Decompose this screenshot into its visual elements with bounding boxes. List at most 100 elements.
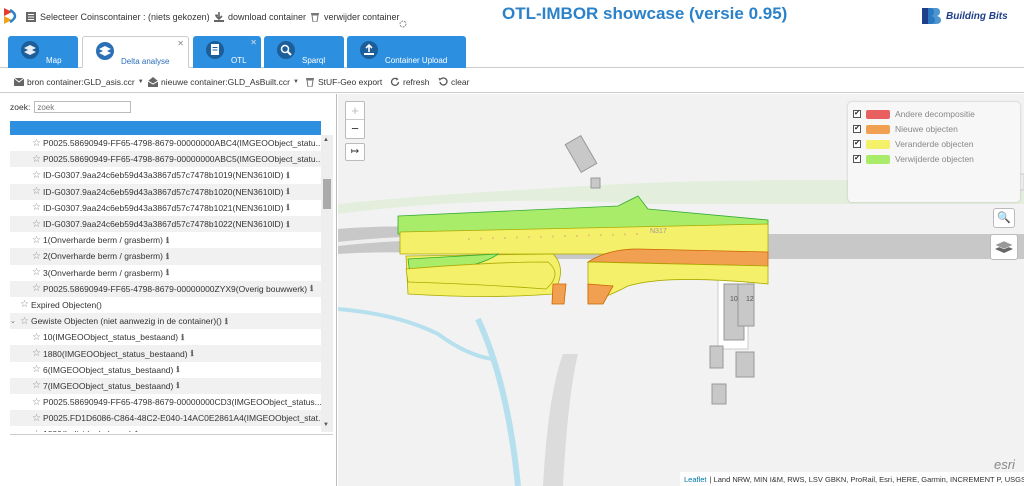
star-icon[interactable]: ☆ [32, 267, 41, 278]
clear-button[interactable]: clear [438, 76, 469, 88]
measure-button[interactable]: ↦ [345, 143, 365, 161]
tree-row[interactable]: ☆ P0025.FD1D6086-C864-48C2-E040-14AC0E286… [10, 410, 321, 427]
legend-item[interactable]: ✔ Nieuwe objecten [853, 122, 958, 136]
tree-row[interactable]: ☆ 2(Onverharde berm / grasberm) ℹ [10, 248, 321, 265]
delete-container-button[interactable]: verwijder container [310, 11, 400, 23]
tree-row[interactable]: ☆ 1(Onverharde berm / grasberm) ℹ [10, 232, 321, 248]
tab-sparql[interactable]: Sparql [264, 36, 344, 68]
info-icon[interactable]: ℹ [287, 171, 290, 180]
close-icon[interactable]: ✕ [250, 38, 257, 47]
search-input[interactable] [34, 101, 132, 113]
star-icon[interactable]: ☆ [32, 138, 41, 149]
info-icon[interactable]: ℹ [225, 317, 228, 326]
info-icon[interactable]: ℹ [181, 333, 184, 342]
layers-button[interactable] [990, 234, 1018, 260]
legend-item[interactable]: ✔ Veranderde objecten [853, 137, 973, 151]
download-container-button[interactable]: download container [214, 11, 306, 23]
map-view[interactable]: 10 12 N317 + − ↦ ✔ Andere decompositie ✔ Ni… [338, 94, 1024, 486]
scroll-down-icon[interactable]: ▼ [323, 422, 329, 428]
star-icon[interactable]: ☆ [32, 170, 41, 181]
info-icon[interactable]: ℹ [310, 284, 313, 293]
new-container-label: nieuwe container:GLD_AsBuilt.ccr [161, 77, 290, 87]
info-icon[interactable]: ℹ [176, 381, 179, 390]
tree-row[interactable]: ☆ 1880(IMGEOObject_status_bestaand) ℹ [10, 345, 321, 362]
tree-row[interactable]: ☆ ID-G0307.9aa24c6eb59d43a3867d57c7478b10… [10, 215, 321, 233]
star-icon[interactable]: ☆ [20, 316, 29, 327]
search-label: zoek: [10, 102, 31, 112]
map-legend: ✔ Andere decompositie ✔ Nieuwe objecten ✔ Ver… [848, 102, 1020, 202]
info-icon[interactable]: ℹ [191, 349, 194, 358]
star-icon[interactable]: ☆ [32, 348, 41, 359]
info-icon[interactable]: ℹ [287, 187, 290, 196]
tree-row[interactable]: ☆ 6(IMGEOObject_status_bestaand) ℹ [10, 362, 321, 378]
star-icon[interactable]: ☆ [32, 283, 41, 294]
tree-row[interactable]: ☆ 10(IMGEOObject_status_bestaand) ℹ [10, 329, 321, 345]
zoom-out-button[interactable]: − [346, 120, 364, 138]
star-icon[interactable]: ☆ [32, 429, 41, 432]
tree-row-label: 3(Onverharde berm / grasberm) [42, 267, 163, 278]
star-icon[interactable]: ☆ [32, 364, 41, 375]
tree-row[interactable]: ☆ P0025.58690949-FF65-4798-8679-00000000Z… [10, 280, 321, 297]
star-icon[interactable]: ☆ [32, 235, 41, 246]
tab-label: Delta analyse [121, 57, 170, 66]
info-icon[interactable]: ℹ [135, 430, 138, 432]
legend-checkbox[interactable]: ✔ [853, 140, 861, 148]
road-label: N317 [650, 228, 667, 235]
star-icon[interactable]: ☆ [32, 251, 41, 262]
tree-row[interactable]: ☆ ID-G0307.9aa24c6eb59d43a3867d57c7478b10… [10, 200, 321, 216]
info-icon[interactable]: ℹ [166, 252, 169, 261]
star-icon[interactable]: ☆ [32, 219, 41, 230]
tree-scrollbar[interactable]: ▲ ▼ [321, 135, 333, 432]
tab-map[interactable]: Map [8, 36, 78, 68]
refresh-button[interactable]: refresh [390, 76, 429, 88]
zoom-in-button[interactable]: + [346, 102, 364, 120]
legend-checkbox[interactable]: ✔ [853, 155, 861, 163]
scroll-up-icon[interactable]: ▲ [323, 137, 329, 143]
legend-item[interactable]: ✔ Andere decompositie [853, 107, 975, 121]
legend-checkbox[interactable]: ✔ [853, 110, 861, 118]
star-icon[interactable]: ☆ [32, 380, 41, 391]
close-icon[interactable]: ✕ [177, 39, 184, 48]
tree-row[interactable]: ☆ P0025.58690949-FF65-4798-8679-00000000A… [10, 135, 321, 151]
tree-row[interactable]: ☆ Expired Objecten() [10, 297, 321, 313]
tab-container-upload[interactable]: Container Upload [347, 36, 466, 68]
tree-row[interactable]: ☆ P0025.58690949-FF65-4798-8679-00000000A… [10, 151, 321, 168]
tree-row[interactable]: ☆ P0025.58690949-FF65-4798-8679-00000000C… [10, 394, 321, 410]
legend-item[interactable]: ✔ Verwijderde objecten [853, 152, 974, 166]
tab-otl[interactable]: OTL ✕ [193, 36, 261, 68]
star-icon[interactable]: ☆ [32, 202, 41, 213]
star-icon[interactable]: ☆ [32, 397, 41, 408]
info-icon[interactable]: ℹ [176, 365, 179, 374]
tab-bar: Map Delta analyse ✕ OTL ✕ Sparql Contain… [0, 34, 1024, 68]
star-icon[interactable]: ☆ [32, 154, 41, 165]
tree-row-label: 1880(Individuele boom) [43, 429, 132, 432]
select-container-dropdown[interactable]: Selecteer Coinscontainer : (niets gekoze… [26, 11, 220, 23]
legend-checkbox[interactable]: ✔ [853, 125, 861, 133]
tree-row[interactable]: ☆1880(Individuele boom)ℹ [10, 426, 321, 432]
info-icon[interactable]: ℹ [166, 236, 169, 245]
new-container-dropdown[interactable]: nieuwe container:GLD_AsBuilt.ccr ▼ [148, 76, 299, 88]
info-icon[interactable]: ℹ [166, 268, 169, 277]
star-icon[interactable]: ☆ [32, 413, 41, 424]
tab-delta-analyse[interactable]: Delta analyse ✕ [82, 36, 189, 68]
tree-row[interactable]: ☆ ID-G0307.9aa24c6eb59d43a3867d57c7478b10… [10, 183, 321, 200]
star-icon[interactable]: ☆ [32, 332, 41, 343]
undo-icon [438, 77, 448, 86]
info-icon[interactable]: ℹ [287, 220, 290, 229]
scroll-thumb[interactable] [323, 179, 331, 209]
search-icon [277, 41, 295, 59]
source-container-dropdown[interactable]: bron container:GLD_asis.ccr ▼ [14, 76, 144, 88]
info-icon[interactable]: ℹ [287, 203, 290, 212]
search-row: zoek: [10, 101, 132, 113]
star-icon[interactable]: ☆ [32, 186, 41, 197]
leaflet-link[interactable]: Leaflet [684, 475, 707, 484]
tree-row[interactable]: ☆ 3(Onverharde berm / grasberm) ℹ [10, 265, 321, 281]
tree-row[interactable]: ☆ 7(IMGEOObject_status_bestaand) ℹ [10, 377, 321, 394]
star-icon[interactable]: ☆ [20, 299, 29, 310]
chevron-down-icon[interactable]: ⌄ [10, 317, 20, 325]
legend-swatch [866, 124, 890, 134]
stuf-geo-export-button[interactable]: StUF-Geo export [305, 76, 382, 88]
tree-row[interactable]: ☆ ID-G0307.9aa24c6eb59d43a3867d57c7478b10… [10, 167, 321, 183]
tree-row[interactable]: ⌄ ☆ Gewiste Objecten (niet aanwezig in de … [10, 313, 321, 330]
map-search-button[interactable]: 🔍 [993, 208, 1015, 228]
